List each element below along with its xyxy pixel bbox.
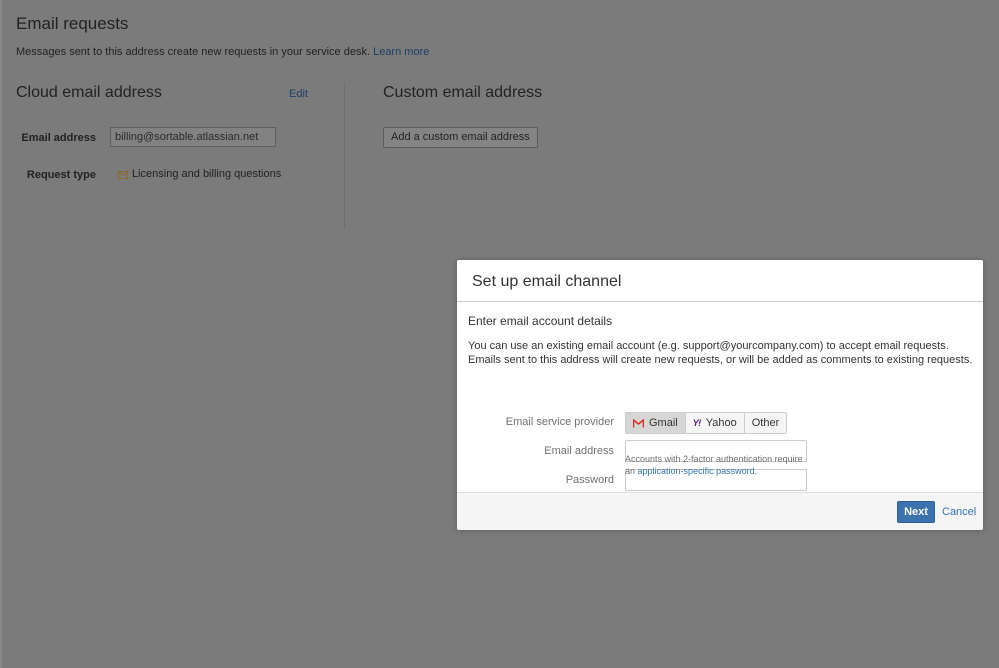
- provider-other-button[interactable]: Other: [743, 412, 788, 434]
- provider-gmail-label: Gmail: [649, 417, 678, 429]
- section-divider: [344, 82, 345, 228]
- yahoo-icon: Y!: [692, 418, 702, 428]
- cancel-link[interactable]: Cancel: [942, 506, 976, 518]
- provider-yahoo-button[interactable]: Y! Yahoo: [684, 412, 745, 434]
- provider-yahoo-label: Yahoo: [705, 417, 737, 429]
- email-label: Email address: [544, 445, 614, 457]
- two-factor-help: Accounts with 2-factor authentication re…: [625, 453, 815, 477]
- gmail-icon: [633, 418, 644, 427]
- password-label: Password: [565, 474, 614, 486]
- request-type-value: Licensing and billing questions: [118, 168, 281, 180]
- dialog-footer: Next Cancel: [457, 492, 983, 530]
- request-type-label: Request type: [26, 169, 96, 181]
- app-specific-password-link[interactable]: application-specific password: [638, 466, 755, 476]
- cloud-email-title: Cloud email address: [16, 84, 162, 101]
- provider-label: Email service provider: [505, 416, 614, 428]
- window-edge: [0, 0, 2, 668]
- add-custom-email-button[interactable]: Add a custom email address: [383, 127, 538, 148]
- setup-email-dialog: Set up email channel Enter email account…: [457, 260, 983, 530]
- dialog-header: Set up email channel: [457, 260, 983, 302]
- provider-other-label: Other: [751, 417, 780, 429]
- page-description-text: Messages sent to this address create new…: [16, 46, 371, 58]
- provider-toggle-group: Gmail Y! Yahoo Other: [625, 412, 788, 434]
- envelope-icon: [118, 170, 128, 179]
- next-button[interactable]: Next: [897, 501, 935, 523]
- request-type-text: Licensing and billing questions: [132, 168, 282, 180]
- help-text-suffix: .: [754, 466, 758, 476]
- dialog-intro: You can use an existing email account (e…: [468, 340, 973, 366]
- dialog-subtitle: Enter email account details: [468, 314, 613, 328]
- custom-email-title: Custom email address: [383, 84, 543, 101]
- provider-gmail-button[interactable]: Gmail: [625, 412, 686, 434]
- page-title: Email requests: [16, 14, 129, 33]
- cloud-email-label: Email address: [21, 132, 96, 144]
- cloud-email-field: billing@sortable.atlassian.net: [110, 127, 276, 147]
- learn-more-link[interactable]: Learn more: [373, 46, 429, 58]
- edit-cloud-email-link[interactable]: Edit: [289, 88, 308, 100]
- dialog-title: Set up email channel: [472, 273, 622, 290]
- page-description: Messages sent to this address create new…: [16, 46, 429, 58]
